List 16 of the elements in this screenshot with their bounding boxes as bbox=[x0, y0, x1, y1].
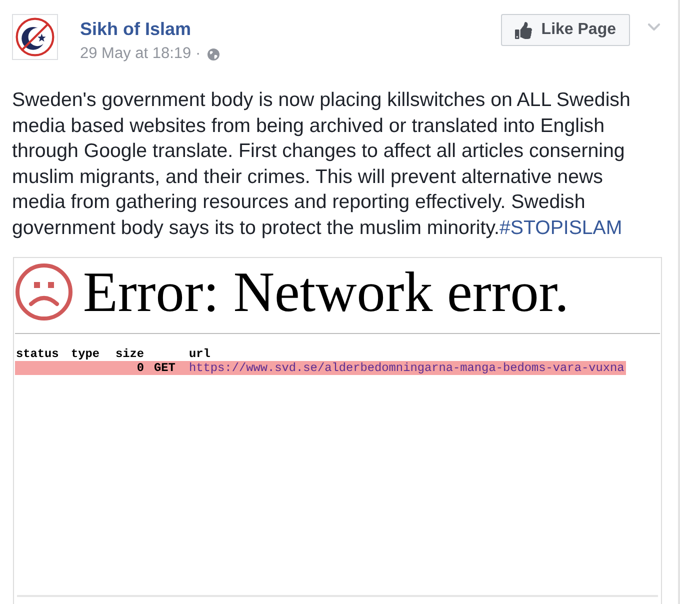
column-header: size bbox=[115, 346, 144, 361]
url-link[interactable]: https://www.svd.se/alderbedomningarna-manga-bedoms-vara-vuxna bbox=[189, 360, 624, 375]
column-header: url bbox=[189, 346, 210, 361]
column-header: status bbox=[16, 346, 60, 361]
column-header: type bbox=[71, 346, 101, 361]
sad-face-icon bbox=[15, 262, 73, 321]
page-name-link[interactable]: Sikh of Islam bbox=[80, 18, 220, 40]
error-title: Error: Network error. bbox=[83, 262, 569, 323]
hashtag-link[interactable]: #STOPISLAM bbox=[500, 216, 622, 239]
like-page-button[interactable]: Like Page bbox=[501, 14, 630, 46]
table-cell-text: 0 bbox=[136, 360, 144, 375]
post-text: Sweden's government body is now placing killswitches on ALL Swedish media based websites from being archived or translated into English through Google translate. First changes to affect all articles conserning muslim migrants, and their crimes. This will prevent alternative news media from gathering resources and reporting effectively. Swedish government body says its to protect the muslim minority.#STOPISLAM bbox=[12, 88, 632, 241]
globe-icon[interactable] bbox=[206, 48, 220, 60]
thumbs-up-icon bbox=[515, 22, 532, 38]
table-cell-text: GET bbox=[153, 360, 176, 375]
avatar-crescent-icon[interactable] bbox=[12, 14, 58, 60]
